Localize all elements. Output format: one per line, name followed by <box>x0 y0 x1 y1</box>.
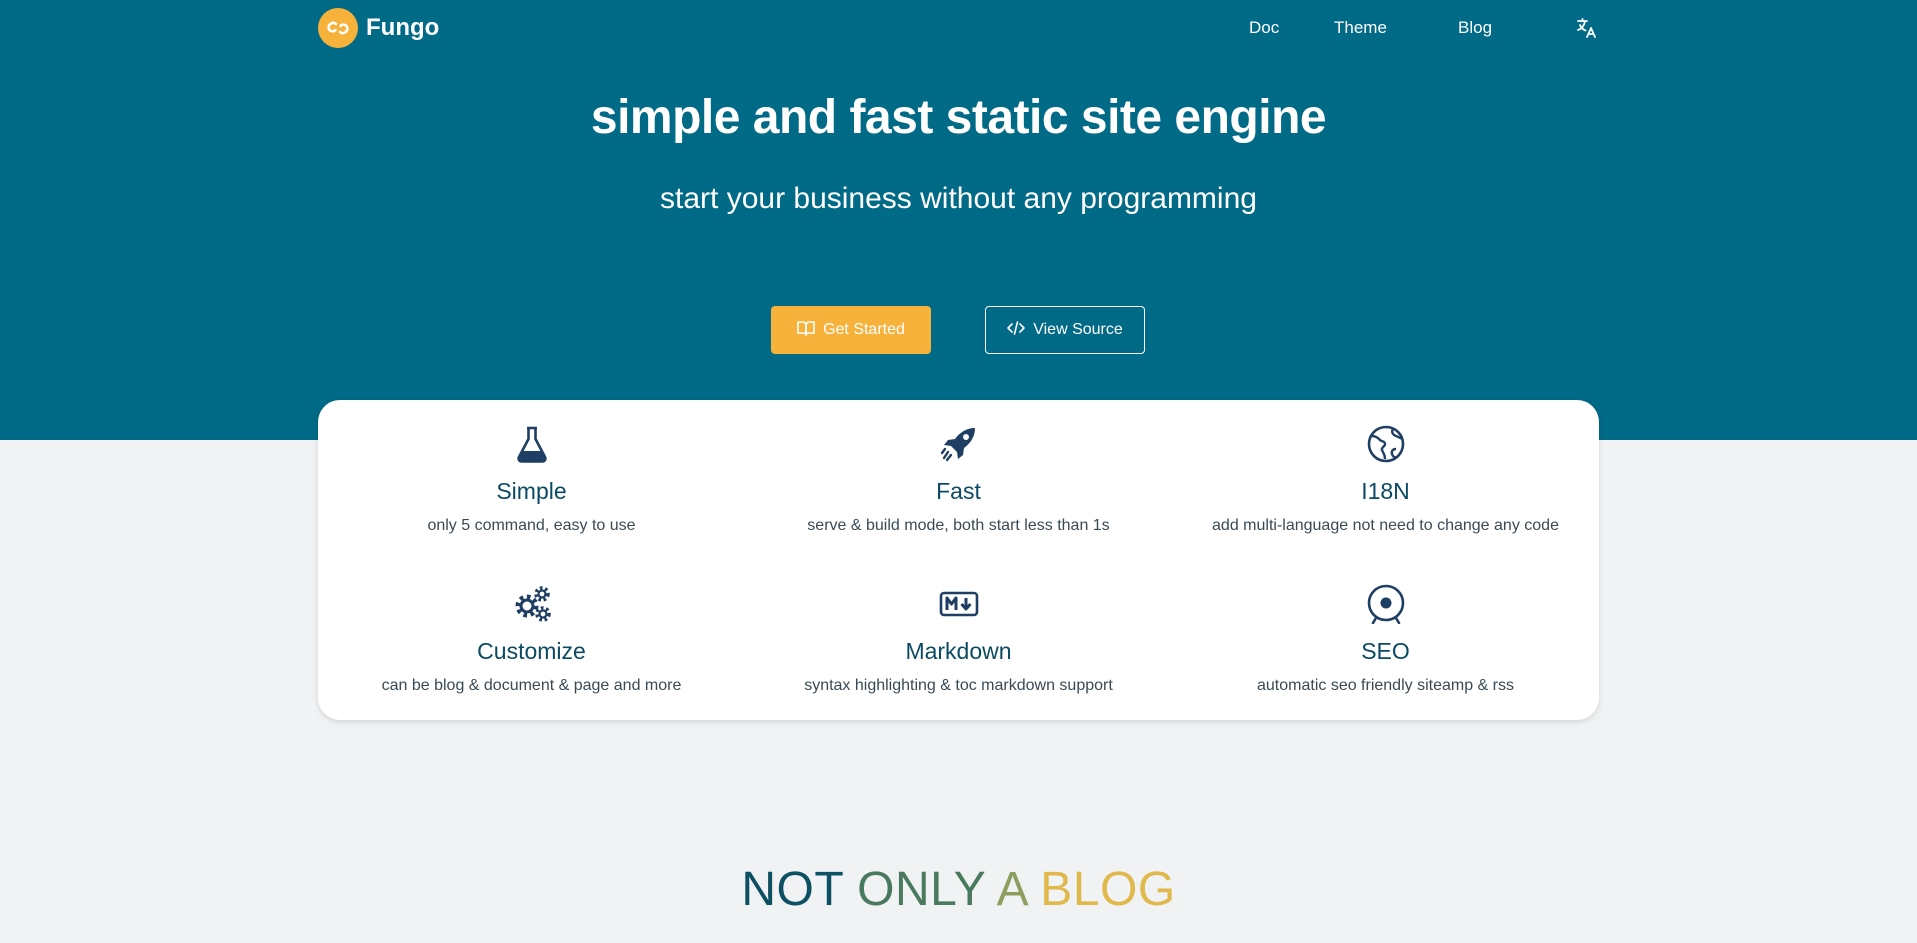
section-heading-word: ONLY <box>857 863 986 916</box>
feature-desc: syntax highlighting & toc markdown suppo… <box>804 677 1113 694</box>
feature-title: Simple <box>496 478 567 504</box>
feature-desc: serve & build mode, both start less than… <box>807 517 1110 534</box>
feature-simple: Simple only 5 command, easy to use <box>318 424 745 535</box>
view-source-label: View Source <box>1033 321 1123 338</box>
top-navbar: Fungo Doc Theme Blog <box>318 0 1599 56</box>
feature-i18n: I18N add multi-language not need to chan… <box>1172 424 1599 535</box>
hero-title: simple and fast static site engine <box>590 91 1327 144</box>
feature-title: SEO <box>1361 638 1410 664</box>
get-started-button[interactable]: Get Started <box>771 306 931 354</box>
globe-icon <box>1367 425 1404 463</box>
nav-link-theme[interactable]: Theme <box>1334 18 1387 38</box>
brand-home-link[interactable]: Fungo <box>318 8 439 48</box>
nav-link-doc[interactable]: Doc <box>1249 18 1279 38</box>
feature-desc: automatic seo friendly siteamp & rss <box>1257 677 1514 694</box>
feature-markdown: Markdown syntax highlighting & toc markd… <box>745 584 1172 695</box>
hero-section: Fungo Doc Theme Blog simple and fast sta… <box>0 0 1917 440</box>
features-card: Simple only 5 command, easy to use Fast … <box>318 400 1599 720</box>
feature-title: Fast <box>936 478 981 504</box>
view-source-button[interactable]: View Source <box>985 306 1145 354</box>
translate-icon[interactable] <box>1575 16 1599 40</box>
get-started-label: Get Started <box>823 321 905 338</box>
section-heading-word: A <box>996 863 1027 916</box>
section-heading: NOT ONLY A BLOG <box>0 862 1917 917</box>
flask-icon <box>516 426 547 463</box>
rocket-icon <box>940 428 975 462</box>
feature-fast: Fast serve & build mode, both start less… <box>745 424 1172 535</box>
feature-desc: can be blog & document & page and more <box>381 677 682 694</box>
feature-title: Markdown <box>905 638 1012 664</box>
feature-title: Customize <box>477 638 586 664</box>
feature-customize: Customize can be blog & document & page … <box>318 584 745 695</box>
markdown-icon <box>939 591 978 617</box>
feature-desc: add multi-language not need to change an… <box>1212 517 1559 534</box>
section-heading-word: NOT <box>741 863 844 916</box>
feature-desc: only 5 command, easy to use <box>427 517 636 534</box>
gears-icon <box>515 586 551 622</box>
book-icon <box>797 320 815 341</box>
code-icon <box>1007 320 1026 341</box>
feature-seo: SEO automatic seo friendly siteamp & rss <box>1172 584 1599 695</box>
section-heading-word: BLOG <box>1040 863 1176 916</box>
target-icon <box>1367 584 1404 624</box>
brand-name: Fungo <box>366 14 440 41</box>
link-icon <box>318 8 358 48</box>
nav-link-blog[interactable]: Blog <box>1458 18 1492 38</box>
hero-subtitle: start your business without any programm… <box>660 182 1257 215</box>
feature-title: I18N <box>1361 478 1410 504</box>
